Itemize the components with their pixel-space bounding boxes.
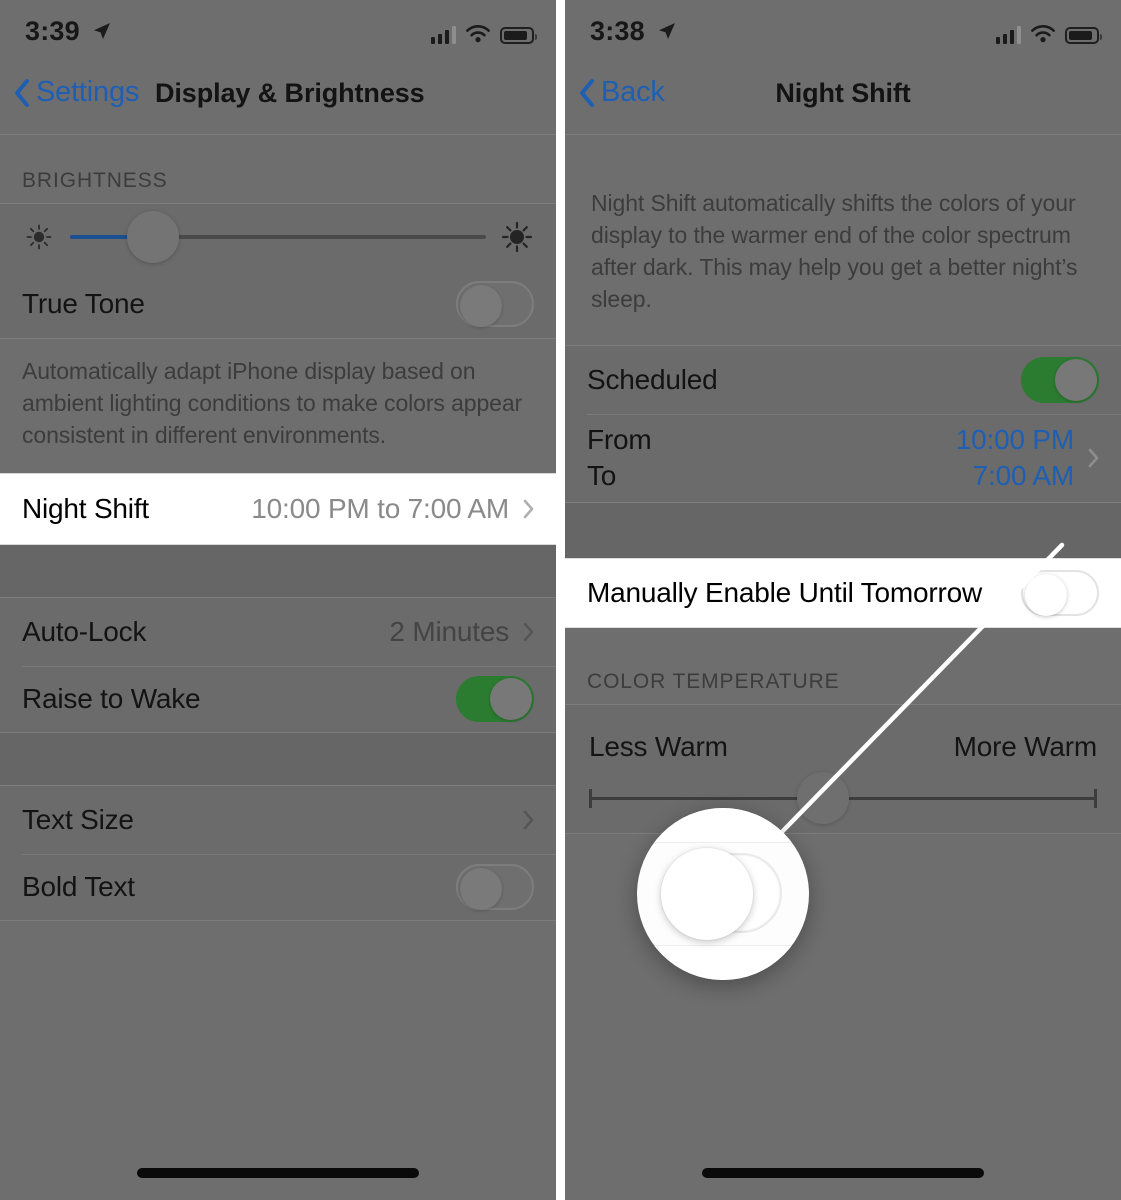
list-gap bbox=[0, 545, 556, 597]
scheduled-label: Scheduled bbox=[587, 364, 718, 395]
manual-enable-toggle[interactable] bbox=[1021, 570, 1099, 616]
manually-enable-label: Manually Enable Until Tomorrow bbox=[587, 577, 982, 608]
status-bar-indicators bbox=[430, 20, 537, 44]
color-temperature-header: COLOR TEMPERATURE bbox=[587, 670, 840, 693]
brightness-group: True Tone bbox=[0, 203, 556, 339]
brightness-high-icon bbox=[500, 220, 534, 254]
back-button-settings[interactable]: Settings bbox=[14, 76, 139, 109]
night-shift-value: 10:00 PM to 7:00 AM bbox=[251, 493, 509, 524]
text-size-label: Text Size bbox=[22, 804, 134, 835]
list-gap bbox=[0, 733, 556, 785]
raise-to-wake-label: Raise to Wake bbox=[22, 683, 201, 714]
scheduled-toggle[interactable] bbox=[1021, 357, 1099, 403]
toggle-knob bbox=[1055, 359, 1097, 401]
home-indicator bbox=[702, 1168, 984, 1178]
status-bar: 3:38 bbox=[565, 0, 1121, 62]
night-shift-label: Night Shift bbox=[22, 493, 149, 524]
from-label: From bbox=[587, 424, 652, 455]
chevron-right-icon bbox=[523, 810, 534, 830]
row-text-size[interactable]: Text Size bbox=[0, 786, 556, 854]
magnified-row-edge-bottom bbox=[637, 945, 809, 980]
row-raise-to-wake[interactable]: Raise to Wake bbox=[0, 666, 556, 732]
screenshot-stage: 3:39 Settings Display & Brightness BRIGH… bbox=[0, 0, 1121, 1200]
wifi-icon bbox=[465, 25, 491, 44]
chevron-right-icon bbox=[523, 499, 534, 519]
location-arrow-icon bbox=[92, 21, 112, 41]
magnifier-callout bbox=[637, 808, 809, 980]
text-group: Text Size Bold Text bbox=[0, 785, 556, 921]
battery-icon bbox=[1065, 27, 1102, 44]
status-bar-indicators bbox=[995, 20, 1102, 44]
navigation-bar: Back Night Shift bbox=[565, 62, 1121, 135]
to-label: To bbox=[587, 460, 617, 491]
chevron-left-icon bbox=[14, 78, 30, 107]
left-screen-content: 3:39 Settings Display & Brightness BRIGH… bbox=[0, 0, 556, 1200]
status-bar-time: 3:39 bbox=[25, 16, 80, 46]
auto-lock-value: 2 Minutes bbox=[389, 616, 509, 647]
navigation-bar: Settings Display & Brightness bbox=[0, 62, 556, 135]
row-manually-enable[interactable]: Manually Enable Until Tomorrow bbox=[565, 559, 1121, 627]
slider-min-cap bbox=[589, 789, 592, 808]
toggle-knob bbox=[1025, 574, 1067, 616]
battery-icon bbox=[500, 27, 537, 44]
home-indicator bbox=[137, 1168, 419, 1178]
panel-divider bbox=[556, 0, 565, 1200]
location-arrow-icon bbox=[657, 21, 677, 41]
slider-max-cap bbox=[1094, 789, 1097, 808]
status-bar-time: 3:38 bbox=[590, 16, 645, 46]
page-title: Display & Brightness bbox=[155, 78, 425, 108]
toggle-knob bbox=[460, 868, 502, 910]
manual-enable-group: Manually Enable Until Tomorrow bbox=[565, 558, 1121, 628]
less-warm-label: Less Warm bbox=[589, 731, 728, 762]
right-screen-content: 3:38 Back Night Shift Night Shift automa… bbox=[565, 0, 1121, 1200]
night-shift-description: Night Shift automatically shifts the col… bbox=[591, 190, 1078, 312]
magnified-row-edge-top bbox=[637, 808, 809, 843]
true-tone-label: True Tone bbox=[22, 288, 145, 319]
toggle-knob bbox=[460, 285, 502, 327]
chevron-right-icon bbox=[523, 622, 534, 642]
toggle-knob bbox=[490, 678, 532, 720]
raise-to-wake-toggle[interactable] bbox=[456, 676, 534, 722]
magnified-toggle-knob bbox=[661, 848, 753, 940]
row-bold-text[interactable]: Bold Text bbox=[0, 854, 556, 920]
brightness-section-header: BRIGHTNESS bbox=[22, 169, 168, 192]
row-night-shift[interactable]: Night Shift 10:00 PM to 7:00 AM bbox=[0, 474, 556, 544]
more-warm-label: More Warm bbox=[953, 731, 1098, 762]
night-shift-group: Night Shift 10:00 PM to 7:00 AM bbox=[0, 473, 556, 545]
brightness-slider-thumb[interactable] bbox=[127, 211, 180, 263]
true-tone-description: Automatically adapt iPhone display based… bbox=[22, 358, 523, 448]
row-from-to[interactable]: From To 10:00 PM 7:00 AM bbox=[565, 414, 1121, 502]
true-tone-toggle[interactable] bbox=[456, 281, 534, 327]
scheduled-group: Scheduled From To 10:00 PM 7:00 AM bbox=[565, 345, 1121, 503]
to-value: 7:00 AM bbox=[972, 460, 1075, 491]
color-temperature-labels: Less Warm More Warm bbox=[565, 705, 1121, 763]
row-scheduled[interactable]: Scheduled bbox=[565, 346, 1121, 414]
magnifier-content bbox=[637, 808, 809, 980]
auto-lock-label: Auto-Lock bbox=[22, 616, 147, 647]
phone-screen-display-brightness: 3:39 Settings Display & Brightness BRIGH… bbox=[0, 0, 556, 1200]
from-value: 10:00 PM bbox=[955, 424, 1074, 455]
row-auto-lock[interactable]: Auto-Lock 2 Minutes bbox=[0, 598, 556, 666]
brightness-slider-track[interactable] bbox=[70, 211, 486, 263]
back-button-label: Settings bbox=[36, 76, 140, 108]
lock-group: Auto-Lock 2 Minutes Raise to Wake bbox=[0, 597, 556, 733]
page-title: Night Shift bbox=[775, 78, 911, 108]
wifi-icon bbox=[1030, 25, 1056, 44]
bold-text-toggle[interactable] bbox=[456, 864, 534, 910]
bold-text-label: Bold Text bbox=[22, 871, 135, 902]
list-gap bbox=[565, 503, 1121, 558]
chevron-right-icon bbox=[1088, 448, 1099, 468]
cellular-signal-icon bbox=[430, 26, 456, 44]
brightness-low-icon bbox=[22, 220, 56, 254]
cellular-signal-icon bbox=[995, 26, 1021, 44]
row-true-tone[interactable]: True Tone bbox=[0, 270, 556, 338]
phone-screen-night-shift: 3:38 Back Night Shift Night Shift automa… bbox=[565, 0, 1121, 1200]
brightness-slider-row[interactable] bbox=[0, 204, 556, 270]
status-bar: 3:39 bbox=[0, 0, 556, 62]
